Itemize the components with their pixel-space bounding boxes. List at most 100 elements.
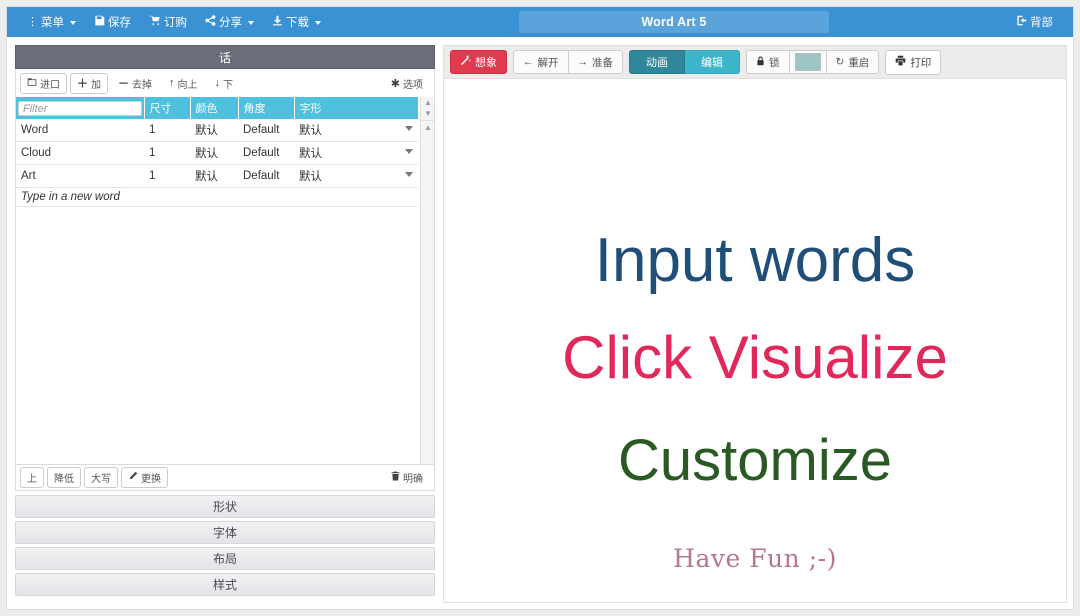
back-button-label: 背部 bbox=[1030, 17, 1053, 29]
table-row[interactable]: Art 1 默认 Default 默认 bbox=[16, 164, 418, 188]
wordart-line-1[interactable]: Input words bbox=[444, 225, 1066, 296]
reset-button-label: 重启 bbox=[848, 56, 870, 69]
print-button-label: 打印 bbox=[910, 56, 932, 69]
cell-size[interactable]: 1 bbox=[144, 141, 190, 165]
color-swatch[interactable] bbox=[794, 53, 821, 71]
move-down-button[interactable]: ↓ 下 bbox=[207, 72, 240, 94]
trash-icon bbox=[391, 471, 400, 484]
new-word-color-cell[interactable] bbox=[190, 187, 238, 207]
chevron-down-icon[interactable] bbox=[405, 126, 413, 131]
filter-header-cell: Filter bbox=[16, 97, 145, 119]
move-down-button-label: 下 bbox=[223, 79, 233, 91]
cell-size[interactable]: 1 bbox=[144, 119, 190, 142]
cell-word[interactable]: Word bbox=[16, 119, 144, 142]
app-title: Word Art 5 bbox=[519, 11, 829, 33]
scroll-down-icon[interactable]: ▼ bbox=[421, 108, 434, 119]
cell-font[interactable]: 默认 bbox=[294, 119, 418, 142]
options-button[interactable]: ✱ 选项 bbox=[383, 72, 430, 94]
animate-tab-label: 动画 bbox=[646, 57, 668, 69]
edit-tab[interactable]: 编辑 bbox=[685, 50, 740, 74]
cell-color[interactable]: 默认 bbox=[190, 119, 238, 142]
canvas-toolbar: 想象 ← 解开 → 准备 动画 编辑 锁 ↻ 重启 打印 bbox=[443, 45, 1067, 79]
column-header-color[interactable]: 颜色 bbox=[190, 97, 239, 119]
column-header-angle[interactable]: 角度 bbox=[238, 97, 295, 119]
chevron-down-icon[interactable] bbox=[405, 149, 413, 154]
save-button[interactable]: 保存 bbox=[88, 10, 143, 34]
accordion-item-style-label: 样式 bbox=[212, 578, 237, 592]
order-button-label: 订购 bbox=[164, 17, 187, 29]
accordion-item-shape[interactable]: 形状 bbox=[15, 495, 435, 518]
replace-button[interactable]: 更换 bbox=[121, 467, 168, 488]
download-icon bbox=[272, 15, 283, 29]
add-button[interactable]: ＋ 加 bbox=[70, 72, 108, 94]
arrow-left-icon: ← bbox=[523, 56, 534, 68]
up-button[interactable]: 上 bbox=[20, 467, 44, 488]
download-button-label: 下载 bbox=[286, 17, 309, 29]
new-word-font-cell[interactable] bbox=[294, 187, 418, 207]
chevron-down-icon bbox=[70, 20, 76, 25]
plus-icon: ＋ bbox=[77, 78, 88, 90]
uppercase-button-label: 大写 bbox=[91, 474, 111, 485]
replace-button-label: 更换 bbox=[141, 474, 161, 485]
cell-color[interactable]: 默认 bbox=[190, 141, 238, 165]
undo-button[interactable]: ← 解开 bbox=[513, 50, 569, 74]
clear-button[interactable]: 明确 bbox=[384, 467, 430, 488]
cell-font[interactable]: 默认 bbox=[294, 164, 418, 188]
menu-button[interactable]: ⋮ 菜单 bbox=[21, 10, 88, 34]
background-color-button[interactable] bbox=[789, 50, 827, 74]
filter-input[interactable]: Filter bbox=[18, 100, 142, 116]
cell-size[interactable]: 1 bbox=[144, 164, 190, 188]
cell-angle[interactable]: Default bbox=[238, 119, 294, 142]
add-button-label: 加 bbox=[91, 79, 101, 91]
words-panel-header: 话 bbox=[15, 45, 435, 69]
new-word-size-cell[interactable] bbox=[144, 187, 190, 207]
wordart-line-4[interactable]: Have Fun ;-) bbox=[444, 544, 1066, 573]
canvas-tools-group: 锁 ↻ 重启 bbox=[746, 50, 880, 74]
move-up-button[interactable]: ↑ 向上 bbox=[162, 72, 205, 94]
words-table-scrollbar[interactable]: ▲ ▼ ▲ bbox=[420, 97, 434, 464]
lock-button[interactable]: 锁 bbox=[746, 50, 790, 74]
order-button[interactable]: 订购 bbox=[143, 10, 199, 34]
share-button[interactable]: 分享 bbox=[199, 10, 266, 34]
new-word-row[interactable]: Type in a new word bbox=[16, 187, 418, 207]
new-word-angle-cell[interactable] bbox=[238, 187, 294, 207]
import-button[interactable]: 进口 bbox=[20, 72, 67, 94]
column-header-size[interactable]: 尺寸 bbox=[144, 97, 191, 119]
wordart-canvas[interactable]: Input words Click Visualize Customize Ha… bbox=[443, 79, 1067, 603]
edit-icon bbox=[128, 471, 138, 484]
uppercase-button[interactable]: 大写 bbox=[84, 467, 118, 488]
remove-button[interactable]: － 去掉 bbox=[111, 72, 159, 94]
accordion-item-font[interactable]: 字体 bbox=[15, 521, 435, 544]
wordart-line-2[interactable]: Click Visualize bbox=[444, 323, 1066, 392]
cell-color[interactable]: 默认 bbox=[190, 164, 238, 188]
new-word-input[interactable]: Type in a new word bbox=[16, 187, 144, 207]
cell-angle[interactable]: Default bbox=[238, 164, 294, 188]
cell-font[interactable]: 默认 bbox=[294, 141, 418, 165]
cell-word[interactable]: Cloud bbox=[16, 141, 144, 165]
accordion-item-layout[interactable]: 布局 bbox=[15, 547, 435, 570]
download-button[interactable]: 下载 bbox=[266, 10, 333, 34]
cell-angle[interactable]: Default bbox=[238, 141, 294, 165]
print-button[interactable]: 打印 bbox=[885, 49, 942, 75]
visualize-button[interactable]: 想象 bbox=[450, 50, 507, 74]
reset-button[interactable]: ↻ 重启 bbox=[826, 50, 880, 74]
table-row[interactable]: Cloud 1 默认 Default 默认 bbox=[16, 141, 418, 165]
accordion-item-style[interactable]: 样式 bbox=[15, 573, 435, 596]
chevron-down-icon bbox=[315, 20, 321, 25]
cell-word[interactable]: Art bbox=[16, 164, 144, 188]
redo-button[interactable]: → 准备 bbox=[568, 50, 623, 74]
column-header-font[interactable]: 字形 bbox=[294, 97, 419, 119]
table-row[interactable]: Word 1 默认 Default 默认 bbox=[16, 119, 418, 142]
wordart-line-3[interactable]: Customize bbox=[444, 427, 1066, 494]
clear-button-label: 明确 bbox=[403, 474, 423, 485]
animate-tab[interactable]: 动画 bbox=[629, 50, 685, 74]
arrow-down-icon: ↓ bbox=[214, 77, 221, 89]
scroll-up-icon[interactable]: ▲ bbox=[421, 97, 434, 108]
back-button[interactable]: 背部 bbox=[1010, 10, 1065, 34]
options-button-label: 选项 bbox=[403, 79, 423, 91]
lower-button[interactable]: 降低 bbox=[47, 467, 81, 488]
words-table-head: Filter 尺寸 颜色 角度 字形 bbox=[16, 97, 419, 119]
scroll-up-secondary-icon[interactable]: ▲ bbox=[421, 122, 434, 133]
chevron-down-icon[interactable] bbox=[405, 172, 413, 177]
import-icon bbox=[27, 77, 37, 90]
